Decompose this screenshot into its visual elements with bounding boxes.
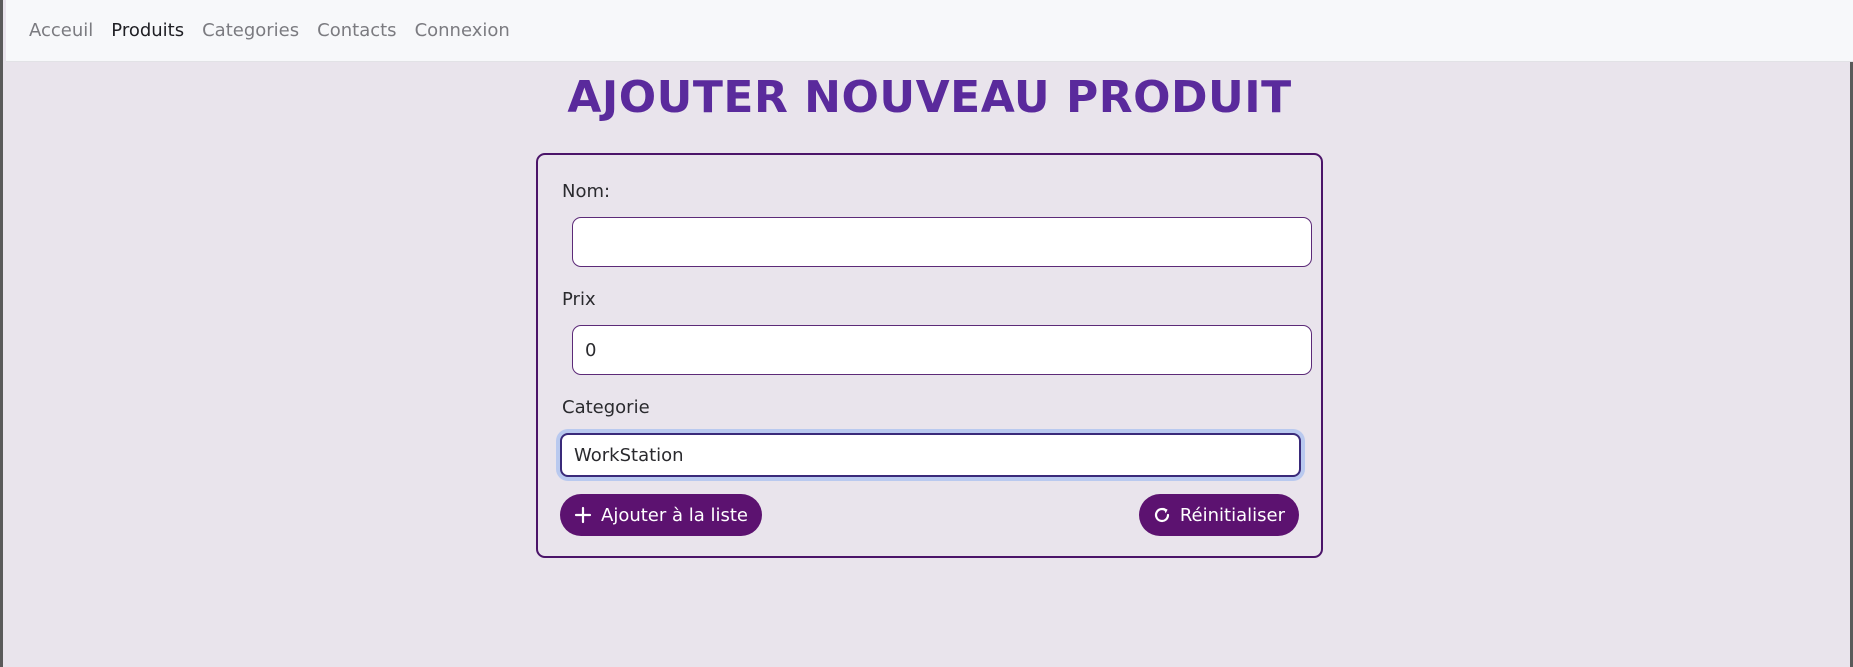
nav-link-categories[interactable]: Categories xyxy=(202,20,299,41)
page-title: AJOUTER NOUVEAU PRODUIT xyxy=(567,72,1292,123)
categorie-label: Categorie xyxy=(562,397,650,418)
nom-input[interactable] xyxy=(572,217,1312,267)
add-to-list-button[interactable]: Ajouter à la liste xyxy=(560,494,763,536)
nav-link-contacts[interactable]: Contacts xyxy=(317,20,396,41)
reset-label: Réinitialiser xyxy=(1179,504,1285,526)
nav-link-produits[interactable]: Produits xyxy=(111,20,184,41)
browser-viewport: Acceuil Produits Categories Contacts Con… xyxy=(0,0,1853,667)
top-navbar: Acceuil Produits Categories Contacts Con… xyxy=(6,0,1853,62)
nav-link-connexion[interactable]: Connexion xyxy=(415,20,510,41)
nom-label: Nom: xyxy=(562,181,611,202)
nav-link-acceuil[interactable]: Acceuil xyxy=(29,20,93,41)
add-to-list-label: Ajouter à la liste xyxy=(601,504,749,526)
add-product-form: Nom: Prix Categorie WorkStation Ajouter … xyxy=(536,153,1323,558)
prix-label: Prix xyxy=(562,289,596,310)
categorie-selected-value: WorkStation xyxy=(574,444,684,466)
refresh-icon xyxy=(1153,506,1171,524)
prix-input[interactable] xyxy=(572,325,1312,375)
categorie-select[interactable]: WorkStation xyxy=(560,433,1301,477)
plus-icon xyxy=(574,506,592,524)
reset-button[interactable]: Réinitialiser xyxy=(1138,494,1299,536)
